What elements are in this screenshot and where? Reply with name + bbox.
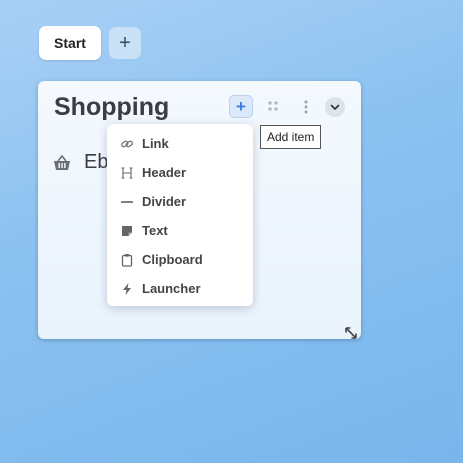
menu-item-label: Header [142,165,187,180]
tooltip: Add item [260,125,322,149]
plus-icon: + [236,97,246,116]
collapse-button[interactable] [325,97,345,117]
tooltip-text: Add item [267,130,315,144]
plus-icon: + [119,32,131,54]
bolt-icon [120,282,134,296]
menu-item-label: Text [142,223,168,238]
menu-item-launcher[interactable]: Launcher [107,274,253,303]
menu-item-label: Clipboard [142,252,203,267]
chevron-down-icon [330,104,340,110]
menu-item-text[interactable]: Text [107,216,253,245]
menu-item-label: Launcher [142,281,201,296]
tab-start-label: Start [54,35,86,51]
list-item-label: Eb [84,151,109,173]
link-icon [120,137,134,151]
tab-start[interactable]: Start [39,26,101,60]
more-options-icon[interactable] [297,98,315,116]
note-icon [120,224,134,238]
add-item-menu: Link Header Divider Text Clipboard Launc… [107,124,253,306]
add-item-button[interactable]: + [229,95,253,118]
menu-item-label: Link [142,136,169,151]
menu-item-divider[interactable]: Divider [107,187,253,216]
divider-icon [120,195,134,209]
clipboard-icon [120,253,134,267]
header-icon [120,166,134,180]
menu-item-header[interactable]: Header [107,158,253,187]
menu-item-clipboard[interactable]: Clipboard [107,245,253,274]
drag-handle-icon[interactable] [264,98,282,116]
list-item[interactable]: Eb [52,151,108,174]
panel-title: Shopping [54,93,170,121]
resize-handle-icon[interactable] [344,326,358,340]
basket-icon [54,154,70,170]
menu-item-link[interactable]: Link [107,129,253,158]
add-tab-button[interactable]: + [109,27,141,59]
menu-item-label: Divider [142,194,187,209]
